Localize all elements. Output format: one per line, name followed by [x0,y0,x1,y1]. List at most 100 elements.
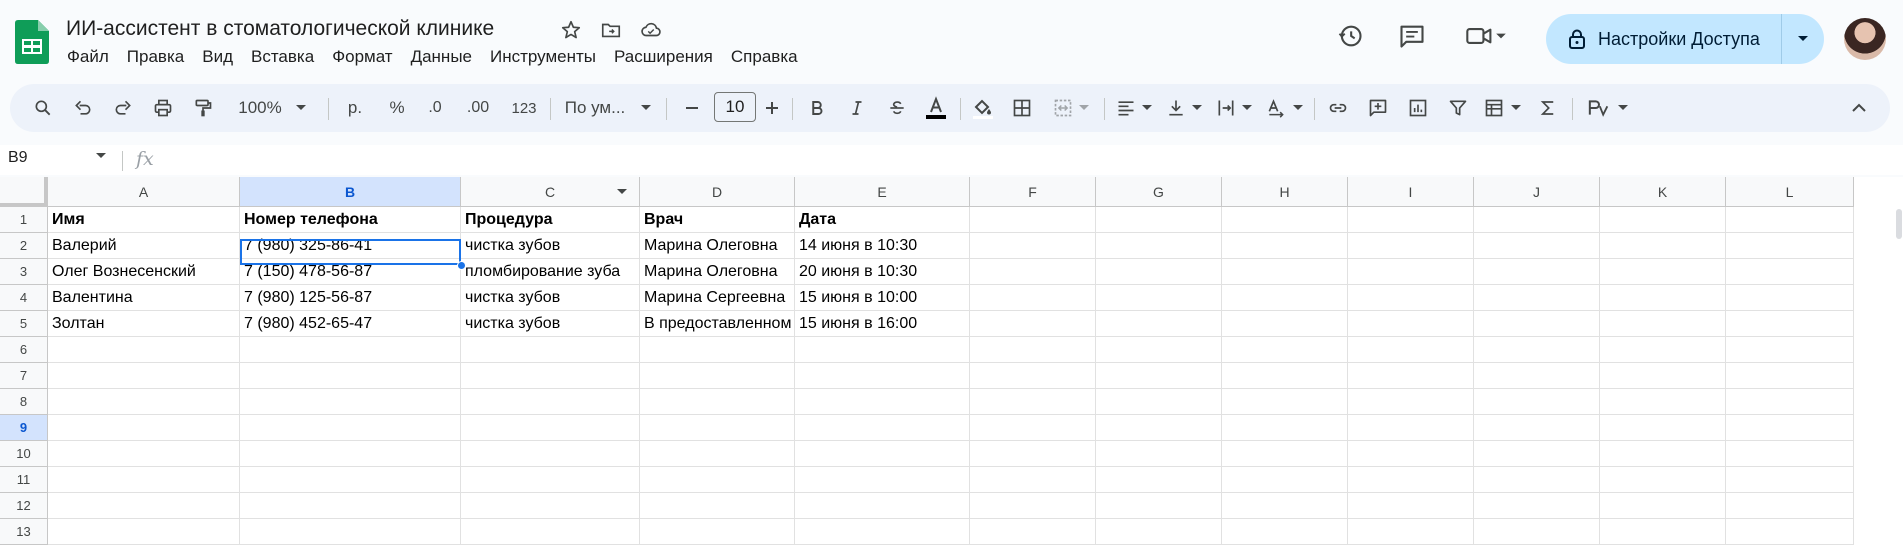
cell-c1[interactable]: Процедура [461,207,640,233]
cell-g12[interactable] [1096,493,1222,519]
move-to-folder-icon[interactable] [598,17,624,43]
cell-i7[interactable] [1348,363,1474,389]
insert-link-icon[interactable] [1322,84,1354,132]
cell-k13[interactable] [1600,519,1726,545]
paint-format-icon[interactable] [188,84,218,132]
column-header-g[interactable]: G [1096,177,1222,207]
cell-j12[interactable] [1474,493,1600,519]
cell-f3[interactable] [970,259,1096,285]
cell-b5[interactable]: 7 (980) 452-65-47 [240,311,461,337]
cell-b8[interactable] [240,389,461,415]
cell-i4[interactable] [1348,285,1474,311]
cell-d5[interactable]: В предоставленном [640,311,795,337]
decrease-decimal-button[interactable]: .0 [418,84,452,132]
cell-h1[interactable] [1222,207,1348,233]
cell-j7[interactable] [1474,363,1600,389]
cloud-saved-icon[interactable] [638,17,664,43]
cell-j6[interactable] [1474,337,1600,363]
number-format-button[interactable]: 123 [504,84,544,132]
row-header-12[interactable]: 12 [0,493,48,519]
decrease-font-size-icon[interactable] [678,84,706,132]
cell-d3[interactable]: Марина Олеговна [640,259,795,285]
row-header-1[interactable]: 1 [0,207,48,233]
cell-b9[interactable] [240,415,461,441]
column-header-f[interactable]: F [970,177,1096,207]
sheets-logo-icon[interactable] [15,20,49,64]
cell-i8[interactable] [1348,389,1474,415]
meet-icon[interactable] [1456,18,1516,54]
cell-j8[interactable] [1474,389,1600,415]
cell-b13[interactable] [240,519,461,545]
cell-g8[interactable] [1096,389,1222,415]
cell-i10[interactable] [1348,441,1474,467]
cell-h7[interactable] [1222,363,1348,389]
share-dropdown-button[interactable] [1782,35,1824,43]
cell-j4[interactable] [1474,285,1600,311]
increase-font-size-icon[interactable] [758,84,786,132]
cell-c3[interactable]: пломбирование зуба [461,259,640,285]
cell-i13[interactable] [1348,519,1474,545]
row-header-3[interactable]: 3 [0,259,48,285]
cell-l13[interactable] [1726,519,1854,545]
cell-a4[interactable]: Валентина [48,285,240,311]
cell-k7[interactable] [1600,363,1726,389]
cell-j10[interactable] [1474,441,1600,467]
cell-l12[interactable] [1726,493,1854,519]
cell-a8[interactable] [48,389,240,415]
row-header-11[interactable]: 11 [0,467,48,493]
menu-extensions[interactable]: Расширения [605,47,722,67]
cell-f13[interactable] [970,519,1096,545]
cell-e9[interactable] [795,415,970,441]
cell-e8[interactable] [795,389,970,415]
cell-b6[interactable] [240,337,461,363]
cell-a2[interactable]: Валерий [48,233,240,259]
cell-l8[interactable] [1726,389,1854,415]
cell-e1[interactable]: Дата [795,207,970,233]
cell-f8[interactable] [970,389,1096,415]
cell-g6[interactable] [1096,337,1222,363]
cell-l4[interactable] [1726,285,1854,311]
increase-decimal-button[interactable]: .00 [458,84,498,132]
cell-f5[interactable] [970,311,1096,337]
cell-c9[interactable] [461,415,640,441]
borders-icon[interactable] [1006,84,1038,132]
redo-icon[interactable] [108,84,138,132]
percent-format-button[interactable]: % [380,84,414,132]
cell-f12[interactable] [970,493,1096,519]
column-header-k[interactable]: K [1600,177,1726,207]
cell-d4[interactable]: Марина Сергеевна [640,285,795,311]
column-header-l[interactable]: L [1726,177,1854,207]
cell-b7[interactable] [240,363,461,389]
cell-b12[interactable] [240,493,461,519]
cell-k4[interactable] [1600,285,1726,311]
text-color-icon[interactable] [920,84,952,132]
column-header-h[interactable]: H [1222,177,1348,207]
select-all-corner[interactable] [0,177,48,207]
cell-c6[interactable] [461,337,640,363]
cell-e10[interactable] [795,441,970,467]
cell-l3[interactable] [1726,259,1854,285]
cell-h2[interactable] [1222,233,1348,259]
menu-edit[interactable]: Правка [118,47,193,67]
row-header-13[interactable]: 13 [0,519,48,545]
cell-j11[interactable] [1474,467,1600,493]
cell-j1[interactable] [1474,207,1600,233]
cell-l6[interactable] [1726,337,1854,363]
cell-d13[interactable] [640,519,795,545]
cell-h3[interactable] [1222,259,1348,285]
cell-d12[interactable] [640,493,795,519]
cell-d10[interactable] [640,441,795,467]
font-size-input[interactable]: 10 [714,92,756,122]
cell-c10[interactable] [461,441,640,467]
italic-icon[interactable] [842,84,872,132]
cell-a3[interactable]: Олег Вознесенский [48,259,240,285]
share-button[interactable]: Настройки Доступа [1546,14,1824,64]
cell-h11[interactable] [1222,467,1348,493]
cell-f10[interactable] [970,441,1096,467]
cell-l5[interactable] [1726,311,1854,337]
strikethrough-icon[interactable] [882,84,912,132]
cell-f7[interactable] [970,363,1096,389]
menu-tools[interactable]: Инструменты [481,47,605,67]
menu-view[interactable]: Вид [193,47,242,67]
print-icon[interactable] [148,84,178,132]
